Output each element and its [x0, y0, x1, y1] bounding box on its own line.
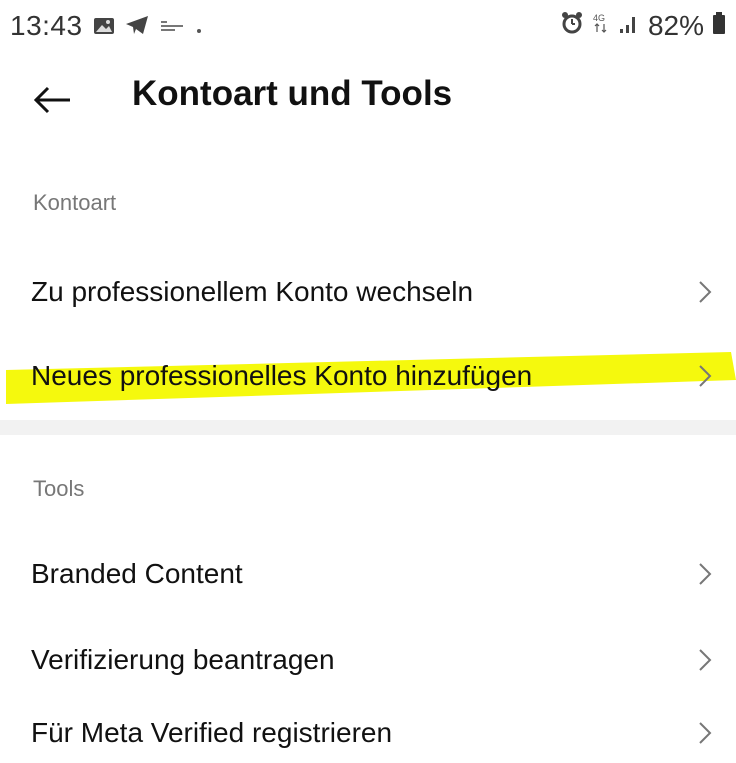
page-title: Kontoart und Tools	[132, 74, 453, 113]
alarm-icon	[560, 10, 584, 42]
list-item-branded-content[interactable]: Branded Content	[0, 544, 736, 604]
list-item-add-professional[interactable]: Neues professionelles Konto hinzufügen	[0, 346, 736, 406]
gallery-icon	[93, 10, 115, 42]
battery-icon	[712, 10, 726, 42]
list-item-switch-professional[interactable]: Zu professionellem Konto wechseln	[0, 262, 736, 322]
list-item-label: Neues professionelles Konto hinzufügen	[31, 360, 533, 391]
chevron-right-icon	[699, 365, 712, 387]
chevron-right-icon	[699, 563, 712, 585]
section-header-account-type: Kontoart	[33, 190, 117, 215]
telegram-icon	[125, 10, 149, 42]
list-item-label: Für Meta Verified registrieren	[31, 717, 393, 748]
status-right: 4G 82%	[560, 10, 726, 42]
app-notification-icon	[159, 10, 185, 42]
list-item-request-verification[interactable]: Verifizierung beantragen	[0, 630, 736, 690]
network-type-label: 4G	[593, 13, 605, 23]
list-item-label: Zu professionellem Konto wechseln	[31, 276, 474, 307]
list-item-meta-verified[interactable]: Für Meta Verified registrieren	[0, 703, 736, 763]
more-notifications-icon	[195, 10, 203, 42]
status-bar: 13:43 4G 82%	[0, 0, 736, 56]
battery-percent: 82%	[647, 10, 704, 41]
status-left: 13:43	[10, 10, 203, 42]
header: Kontoart und Tools	[0, 70, 736, 130]
list-item-label: Verifizierung beantragen	[31, 644, 335, 675]
signal-icon	[618, 10, 640, 42]
chevron-right-icon	[699, 281, 712, 303]
section-divider	[0, 420, 736, 435]
chevron-right-icon	[699, 649, 712, 671]
list-item-label: Branded Content	[31, 558, 243, 589]
chevron-right-icon	[699, 722, 712, 744]
status-time: 13:43	[10, 10, 83, 41]
back-button[interactable]	[30, 76, 74, 120]
section-header-tools: Tools	[33, 476, 85, 501]
network-type-icon: 4G	[592, 10, 610, 42]
back-arrow-icon	[33, 86, 70, 114]
